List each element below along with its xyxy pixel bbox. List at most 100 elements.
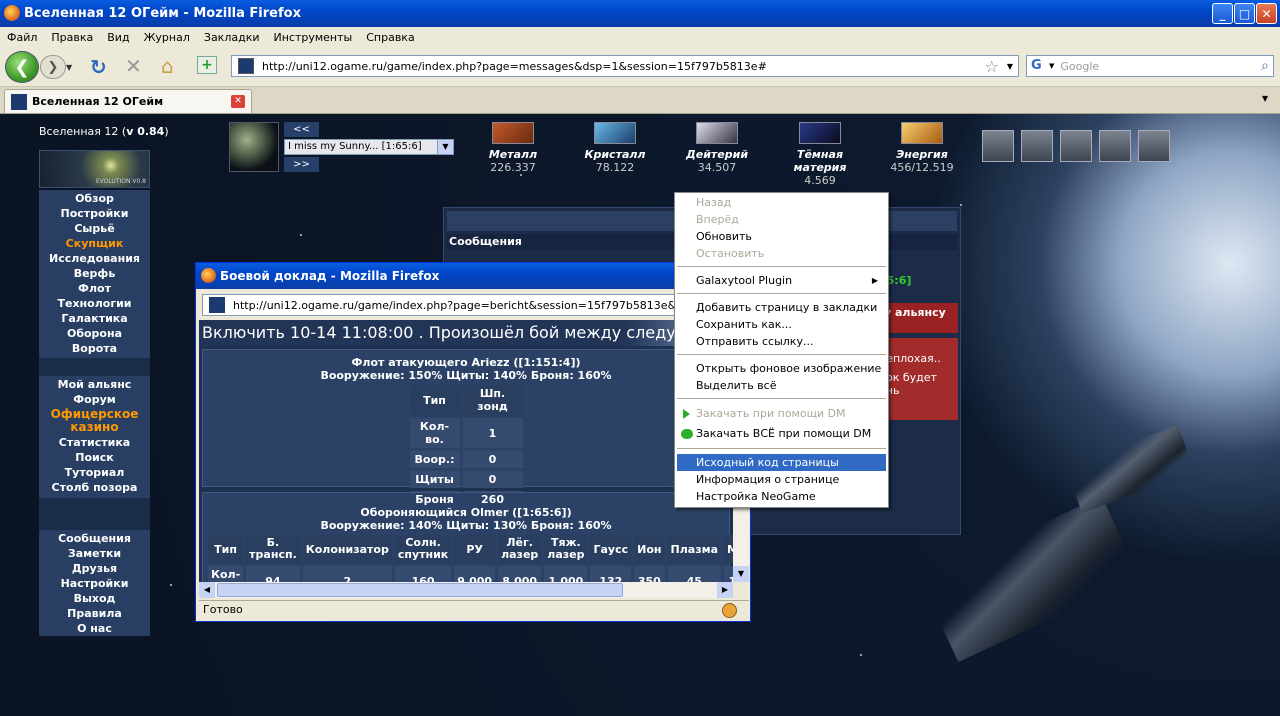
- officer-technocrat-icon[interactable]: [1138, 130, 1170, 162]
- prev-planet-button[interactable]: <<: [284, 122, 319, 137]
- horizontal-scrollbar[interactable]: ◀ ▶: [199, 582, 733, 598]
- menu-edit[interactable]: Правка: [44, 31, 100, 44]
- menu-bookmarks[interactable]: Закладки: [197, 31, 267, 44]
- tab-close-icon[interactable]: ✕: [231, 95, 245, 108]
- address-bar[interactable]: http://uni12.ogame.ru/game/index.php?pag…: [231, 55, 1019, 77]
- planet-image[interactable]: [229, 122, 279, 172]
- minimize-button[interactable]: _: [1212, 3, 1233, 24]
- table-cell: 160: [394, 566, 452, 582]
- left-menu-account: Сообщения Заметки Друзья Настройки Выход…: [39, 530, 150, 636]
- ctx-view-source[interactable]: Исходный код страницы: [677, 454, 886, 471]
- menu-overview[interactable]: Обзор: [39, 191, 150, 206]
- menu-notes[interactable]: Заметки: [39, 546, 150, 561]
- close-button[interactable]: ✕: [1256, 3, 1277, 24]
- scroll-left-icon[interactable]: ◀: [199, 582, 215, 598]
- menu-jumpgate[interactable]: Ворота: [39, 341, 150, 356]
- google-icon[interactable]: G: [1031, 58, 1047, 74]
- ctx-galaxytool[interactable]: Galaxytool Plugin ▶: [677, 272, 886, 289]
- tab-list-dropdown[interactable]: ▼: [1262, 94, 1268, 103]
- window-title: Вселенная 12 ОГейм - Mozilla Firefox: [24, 6, 301, 21]
- menu-history[interactable]: Журнал: [137, 31, 197, 44]
- menu-alliance[interactable]: Мой альянс: [39, 377, 150, 392]
- menu-tools[interactable]: Инструменты: [267, 31, 360, 44]
- menu-defense[interactable]: Оборона: [39, 326, 150, 341]
- crystal-icon: [594, 122, 636, 144]
- ctx-select-all[interactable]: Выделить всё: [677, 377, 886, 394]
- menu-pillory[interactable]: Столб позора: [39, 480, 150, 495]
- message-alliance-text: у альянсу: [884, 306, 946, 319]
- menu-about[interactable]: О нас: [39, 621, 150, 636]
- table-cell: 94: [246, 566, 300, 582]
- menu-galaxy[interactable]: Галактика: [39, 311, 150, 326]
- address-url: http://uni12.ogame.ru/game/index.php?pag…: [262, 59, 767, 73]
- reload-icon[interactable]: ↻: [90, 55, 107, 79]
- select-chevron-down-icon: ▼: [437, 140, 453, 154]
- attacker-title: Флот атакующего Ariezz ([1:151:4]): [351, 356, 581, 369]
- ctx-bookmark-page[interactable]: Добавить страницу в закладки: [677, 299, 886, 316]
- menu-buildings[interactable]: Постройки: [39, 206, 150, 221]
- resource-name: Дейтерий: [685, 148, 749, 161]
- firefox-icon: [201, 268, 216, 283]
- menu-rules[interactable]: Правила: [39, 606, 150, 621]
- menu-logout[interactable]: Выход: [39, 591, 150, 606]
- star-bookmark-icon[interactable]: ☆: [985, 57, 999, 76]
- menu-file[interactable]: Файл: [0, 31, 44, 44]
- menu-view[interactable]: Вид: [100, 31, 136, 44]
- search-box[interactable]: G ▼ Google ⌕: [1026, 55, 1274, 77]
- menu-shipyard[interactable]: Верфь: [39, 266, 150, 281]
- menu-fleet[interactable]: Флот: [39, 281, 150, 296]
- dark-matter-icon: [799, 122, 841, 144]
- ctx-neogame-settings[interactable]: Настройка NeoGame: [677, 488, 886, 505]
- forward-button[interactable]: ❯: [40, 55, 66, 79]
- defender-stats: Вооружение: 140% Щиты: 130% Броня: 160%: [320, 519, 612, 532]
- energy-icon: [901, 122, 943, 144]
- resource-metal: Металл 226.337: [463, 122, 563, 174]
- next-planet-button[interactable]: >>: [284, 157, 319, 172]
- history-dropdown[interactable]: ▼: [66, 63, 72, 72]
- ctx-download-dm[interactable]: Закачать при помощи DM: [677, 405, 886, 422]
- menu-search[interactable]: Поиск: [39, 450, 150, 465]
- officer-commander-icon[interactable]: [982, 130, 1014, 162]
- scroll-down-icon[interactable]: ▼: [733, 566, 749, 582]
- menu-buddies[interactable]: Друзья: [39, 561, 150, 576]
- menu-officers-casino-line2[interactable]: казино: [39, 421, 150, 434]
- ctx-back[interactable]: Назад: [677, 194, 886, 211]
- scroll-thumb[interactable]: [217, 583, 623, 597]
- address-dropdown-icon[interactable]: ▼: [1007, 62, 1013, 71]
- search-icon[interactable]: ⌕: [1261, 58, 1269, 74]
- ctx-download-all-dm[interactable]: Закачать ВСЁ при помощи DM: [677, 425, 886, 442]
- menu-technology[interactable]: Технологии: [39, 296, 150, 311]
- maximize-button[interactable]: □: [1234, 3, 1255, 24]
- stop-icon[interactable]: ✕: [125, 54, 142, 78]
- officer-admiral-icon[interactable]: [1021, 130, 1053, 162]
- popup-title: Боевой доклад - Mozilla Firefox: [220, 269, 440, 283]
- search-input[interactable]: Google: [1060, 60, 1261, 73]
- planet-select[interactable]: I miss my Sunny... [1:65:6] ▼: [284, 139, 454, 155]
- officer-geologist-icon[interactable]: [1099, 130, 1131, 162]
- submenu-arrow-icon: ▶: [871, 276, 878, 285]
- ctx-save-as[interactable]: Сохранить как...: [677, 316, 886, 333]
- officer-engineer-icon[interactable]: [1060, 130, 1092, 162]
- home-icon[interactable]: ⌂: [161, 54, 174, 78]
- ctx-reload[interactable]: Обновить: [677, 228, 886, 245]
- back-button[interactable]: ❮: [5, 51, 39, 83]
- menu-merchant[interactable]: Скупщик: [39, 236, 150, 251]
- menu-statistics[interactable]: Статистика: [39, 435, 150, 450]
- menu-help[interactable]: Справка: [359, 31, 421, 44]
- menu-forum[interactable]: Форум: [39, 392, 150, 407]
- tab-ogame[interactable]: Вселенная 12 ОГейм ✕: [4, 89, 252, 113]
- ctx-page-info[interactable]: Информация о странице: [677, 471, 886, 488]
- search-engine-dropdown-icon[interactable]: ▼: [1049, 62, 1054, 70]
- scroll-right-icon[interactable]: ▶: [717, 582, 733, 598]
- add-bookmark-icon[interactable]: +: [197, 56, 217, 74]
- menu-options[interactable]: Настройки: [39, 576, 150, 591]
- ctx-send-link[interactable]: Отправить ссылку...: [677, 333, 886, 350]
- ctx-view-background[interactable]: Открыть фоновое изображение: [677, 360, 886, 377]
- menu-tutorial[interactable]: Туториал: [39, 465, 150, 480]
- menu-research[interactable]: Исследования: [39, 251, 150, 266]
- ctx-stop[interactable]: Остановить: [677, 245, 886, 262]
- menu-resources[interactable]: Сырьё: [39, 221, 150, 236]
- menu-messages[interactable]: Сообщения: [39, 531, 150, 546]
- ctx-forward[interactable]: Вперёд: [677, 211, 886, 228]
- table-cell: 132: [590, 566, 632, 582]
